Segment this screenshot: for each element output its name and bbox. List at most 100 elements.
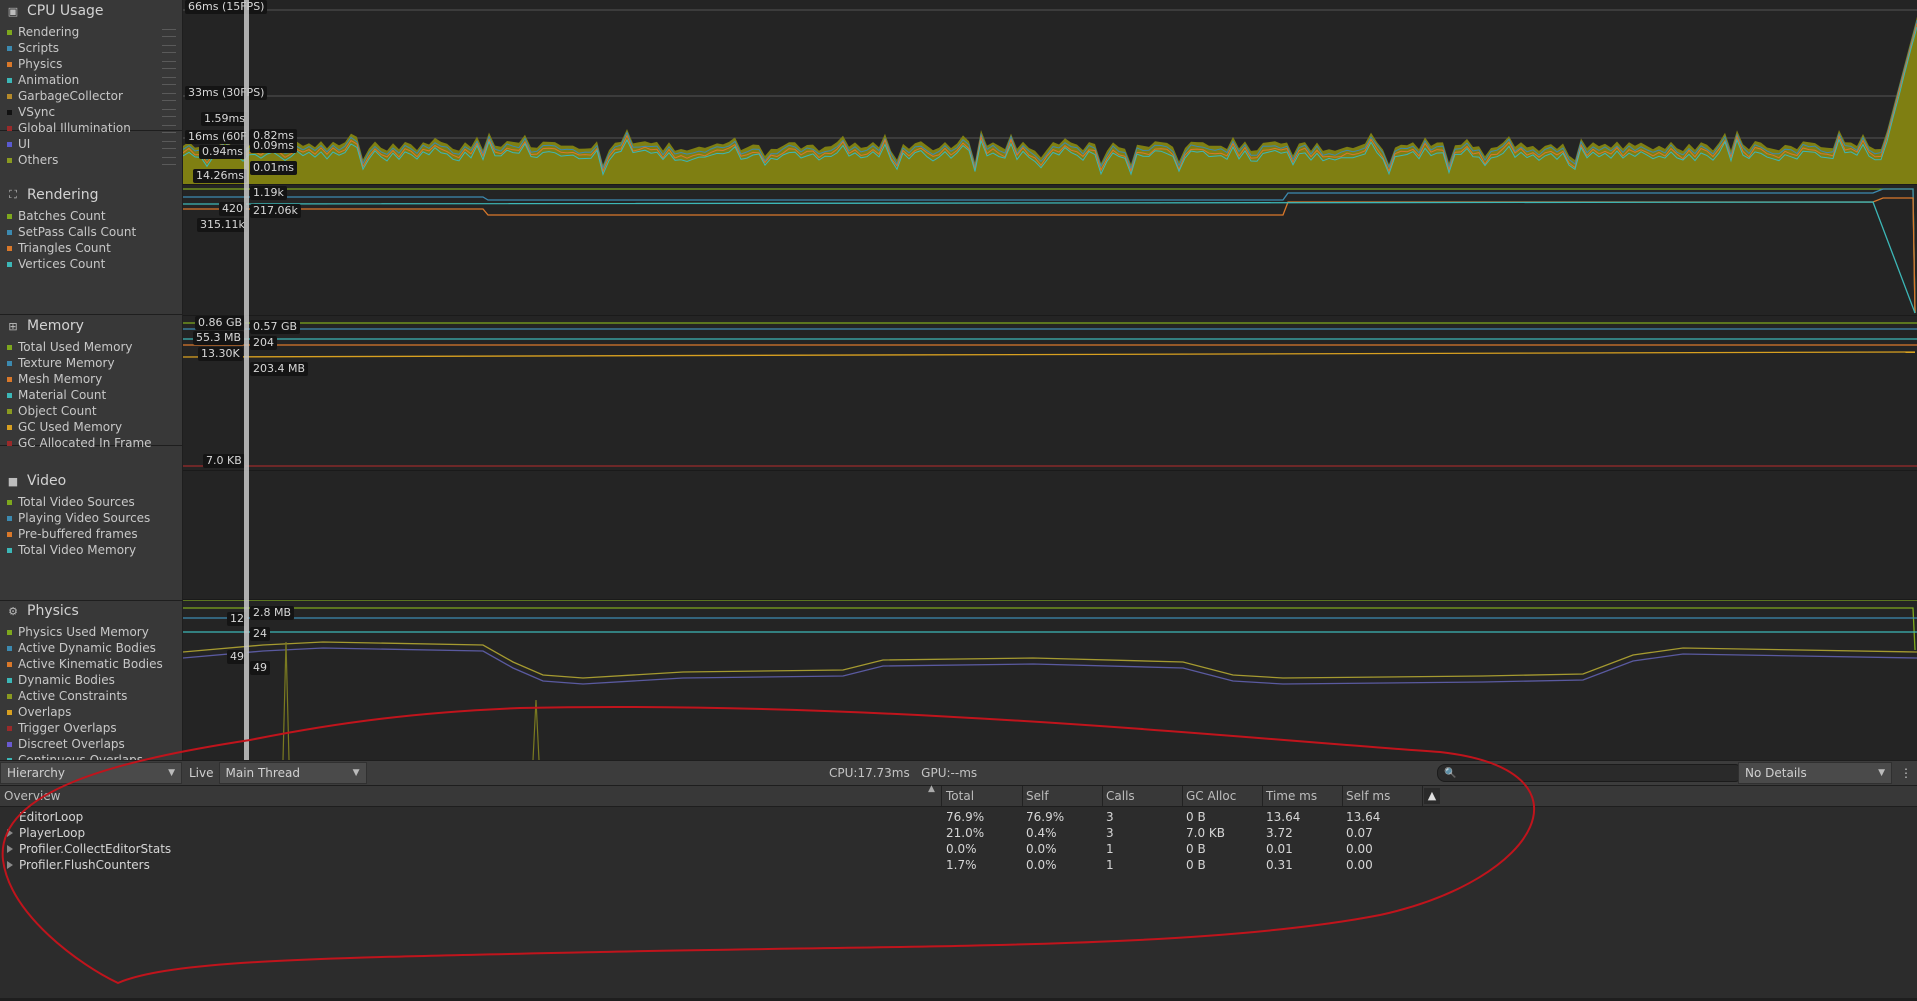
rendering-left-value: 420 bbox=[219, 202, 246, 216]
legend-item[interactable]: GarbageCollector bbox=[0, 88, 182, 104]
drag-handle-icon[interactable] bbox=[162, 93, 176, 101]
legend-item[interactable]: Total Video Memory bbox=[0, 542, 182, 558]
cpu-left-value: 0.94ms bbox=[199, 145, 246, 159]
legend-color-swatch bbox=[7, 515, 12, 521]
view-mode-dropdown[interactable]: Hierarchy ▼ bbox=[0, 762, 182, 784]
column-self-ms[interactable]: Self ms bbox=[1342, 786, 1423, 806]
expand-arrow-icon[interactable] bbox=[7, 845, 13, 853]
search-input[interactable] bbox=[1456, 765, 1721, 781]
video-chart[interactable] bbox=[183, 471, 1917, 600]
thread-dropdown[interactable]: Main Thread ▼ bbox=[218, 762, 367, 784]
module-cpu-usage[interactable]: ▣ CPU Usage Rendering Scripts Physics Anima… bbox=[0, 0, 182, 167]
legend-item[interactable]: Physics bbox=[0, 56, 182, 72]
drag-handle-icon[interactable] bbox=[162, 45, 176, 53]
legend-label: Playing Video Sources bbox=[18, 511, 151, 525]
table-row[interactable]: Profiler.CollectEditorStats 0.0% 0.0% 1 0 B 0… bbox=[0, 841, 1917, 857]
thread-label: Main Thread bbox=[225, 766, 300, 780]
row-name: Profiler.FlushCounters bbox=[19, 858, 150, 872]
warning-column-icon[interactable]: ▲ bbox=[1424, 788, 1440, 804]
module-header[interactable]: ⚙ Physics bbox=[0, 600, 182, 622]
legend-item[interactable]: Dynamic Bodies bbox=[0, 672, 182, 688]
cpu-gpu-timing: CPU:17.73ms GPU:--ms bbox=[829, 766, 978, 780]
live-button[interactable]: Live bbox=[184, 763, 219, 783]
drag-handle-icon[interactable] bbox=[162, 61, 176, 69]
column-total[interactable]: Total bbox=[942, 786, 1023, 806]
module-header[interactable]: ■ Video bbox=[0, 470, 182, 492]
legend-item[interactable]: GC Used Memory bbox=[0, 419, 182, 435]
rendering-chart[interactable]: 420 315.11k 1.19k 217.06k bbox=[183, 185, 1917, 316]
table-row[interactable]: PlayerLoop 21.0% 0.4% 3 7.0 KB 3.72 0.07 bbox=[0, 825, 1917, 841]
fps-15-label: 66ms (15FPS) bbox=[185, 0, 268, 14]
physics-chart[interactable]: 12 49 2.8 MB 24 49 bbox=[183, 600, 1917, 761]
module-header[interactable]: ⊞ Memory bbox=[0, 315, 182, 337]
legend-item[interactable]: Vertices Count bbox=[0, 256, 182, 272]
legend-item[interactable]: Active Constraints bbox=[0, 688, 182, 704]
module-physics[interactable]: ⚙ Physics Physics Used Memory Active Dyna… bbox=[0, 600, 182, 760]
memory-chart[interactable]: 0.86 GB 55.3 MB 13.30K 7.0 KB 0.57 GB 20… bbox=[183, 316, 1917, 471]
table-row[interactable]: Profiler.FlushCounters 1.7% 0.0% 1 0 B 0.31 0.… bbox=[0, 857, 1917, 873]
legend-color-swatch bbox=[7, 677, 12, 683]
legend-color-swatch bbox=[7, 93, 12, 99]
drag-handle-icon[interactable] bbox=[162, 109, 176, 117]
legend-item[interactable]: GC Allocated In Frame bbox=[0, 435, 182, 451]
module-memory[interactable]: ⊞ Memory Total Used Memory Texture Memory… bbox=[0, 315, 182, 450]
column-overview[interactable]: Overview bbox=[0, 786, 942, 806]
legend-item[interactable]: Rendering bbox=[0, 24, 182, 40]
legend-item[interactable]: Overlaps bbox=[0, 704, 182, 720]
expand-arrow-icon[interactable] bbox=[7, 829, 13, 837]
legend-color-swatch bbox=[7, 61, 12, 67]
legend-item[interactable]: Active Kinematic Bodies bbox=[0, 656, 182, 672]
column-self[interactable]: Self bbox=[1022, 786, 1103, 806]
legend-item[interactable]: Scripts bbox=[0, 40, 182, 56]
drag-handle-icon[interactable] bbox=[162, 125, 176, 133]
legend-color-swatch bbox=[7, 440, 12, 446]
legend-item[interactable]: Object Count bbox=[0, 403, 182, 419]
legend-item[interactable]: Batches Count bbox=[0, 208, 182, 224]
drag-handle-icon[interactable] bbox=[162, 141, 176, 149]
legend-item[interactable]: Total Video Sources bbox=[0, 494, 182, 510]
legend-color-swatch bbox=[7, 141, 12, 147]
legend-color-swatch bbox=[7, 125, 12, 131]
drag-handle-icon[interactable] bbox=[162, 77, 176, 85]
legend-item[interactable]: Continuous Overlaps bbox=[0, 752, 182, 760]
frame-selection-cursor[interactable] bbox=[244, 0, 249, 760]
search-field[interactable]: 🔍 bbox=[1437, 764, 1743, 782]
legend-item[interactable]: Trigger Overlaps bbox=[0, 720, 182, 736]
profiler-chart-area[interactable]: 66ms (15FPS) 33ms (30FPS) 16ms (60F 1.59… bbox=[183, 0, 1917, 761]
legend-item[interactable]: Total Used Memory bbox=[0, 339, 182, 355]
legend-item[interactable]: Playing Video Sources bbox=[0, 510, 182, 526]
module-header[interactable]: ⛶ Rendering bbox=[0, 184, 182, 206]
module-video[interactable]: ■ Video Total Video Sources Playing Video… bbox=[0, 470, 182, 601]
legend-item[interactable]: Discreet Overlaps bbox=[0, 736, 182, 752]
legend-item[interactable]: Material Count bbox=[0, 387, 182, 403]
column-calls[interactable]: Calls bbox=[1102, 786, 1183, 806]
legend-item[interactable]: UI bbox=[0, 136, 182, 152]
legend-item[interactable]: Pre-buffered frames bbox=[0, 526, 182, 542]
cell-gc-alloc: 0 B bbox=[1186, 810, 1206, 824]
legend-item[interactable]: SetPass Calls Count bbox=[0, 224, 182, 240]
drag-handle-icon[interactable] bbox=[162, 157, 176, 165]
legend-color-swatch bbox=[7, 741, 12, 747]
column-gc-alloc[interactable]: GC Alloc bbox=[1182, 786, 1263, 806]
legend-item[interactable]: Triangles Count bbox=[0, 240, 182, 256]
drag-handle-icon[interactable] bbox=[162, 29, 176, 37]
more-options-icon[interactable]: ⋮ bbox=[1900, 763, 1912, 783]
module-header[interactable]: ▣ CPU Usage bbox=[0, 0, 182, 22]
legend-label: GarbageCollector bbox=[18, 89, 123, 103]
table-row[interactable]: EditorLoop 76.9% 76.9% 3 0 B 13.64 13.64 bbox=[0, 809, 1917, 825]
expand-arrow-icon[interactable] bbox=[7, 861, 13, 869]
details-dropdown[interactable]: No Details ▼ bbox=[1738, 762, 1892, 784]
legend-color-swatch bbox=[7, 213, 12, 219]
column-time-ms[interactable]: Time ms bbox=[1262, 786, 1343, 806]
legend-label: Dynamic Bodies bbox=[18, 673, 115, 687]
legend-item[interactable]: Mesh Memory bbox=[0, 371, 182, 387]
legend-item[interactable]: Others bbox=[0, 152, 182, 168]
legend-item[interactable]: VSync bbox=[0, 104, 182, 120]
legend-item[interactable]: Animation bbox=[0, 72, 182, 88]
module-rendering[interactable]: ⛶ Rendering Batches Count SetPass Calls C… bbox=[0, 184, 182, 315]
legend-item[interactable]: Texture Memory bbox=[0, 355, 182, 371]
legend-item[interactable]: Active Dynamic Bodies bbox=[0, 640, 182, 656]
legend-item[interactable]: Physics Used Memory bbox=[0, 624, 182, 640]
cpu-usage-chart[interactable]: 66ms (15FPS) 33ms (30FPS) 16ms (60F 1.59… bbox=[183, 0, 1917, 185]
legend-item[interactable]: Global Illumination bbox=[0, 120, 182, 136]
